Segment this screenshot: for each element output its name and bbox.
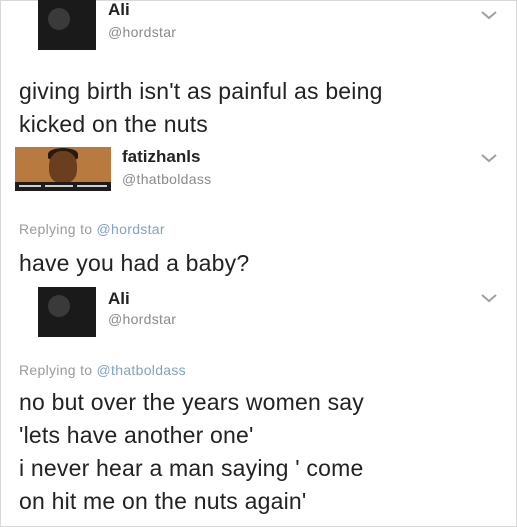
- tweet-text-line: have you had a baby?: [19, 250, 250, 276]
- tweet-text-line: i never hear a man saying ' come: [19, 455, 364, 481]
- tweet-text: have you had a baby?: [19, 247, 509, 280]
- replying-prefix: Replying to: [19, 221, 93, 237]
- avatar[interactable]: [38, 0, 96, 50]
- tweet-text-line: no but over the years women say: [19, 389, 364, 415]
- avatar[interactable]: [15, 147, 111, 191]
- author-name[interactable]: fatizhanls: [122, 147, 200, 167]
- tweet-text-line: giving birth isn't as painful as being: [19, 78, 383, 104]
- author-name[interactable]: Ali: [108, 0, 130, 20]
- chevron-down-icon[interactable]: [480, 9, 498, 21]
- chevron-down-icon[interactable]: [480, 292, 498, 304]
- tweet-text: no but over the years women say 'lets ha…: [19, 386, 509, 518]
- tweet-text-line: on hit me on the nuts again': [19, 488, 307, 514]
- tweet-text: giving birth isn't as painful as being k…: [19, 75, 509, 141]
- author-handle[interactable]: @hordstar: [108, 24, 176, 40]
- replying-prefix: Replying to: [19, 362, 93, 378]
- replying-mention-link[interactable]: @thatboldass: [97, 362, 186, 378]
- chevron-down-icon[interactable]: [480, 152, 498, 164]
- replying-to: Replying to @hordstar: [19, 221, 165, 237]
- avatar[interactable]: [38, 287, 96, 337]
- author-handle[interactable]: @thatboldass: [122, 171, 211, 187]
- replying-mention-link[interactable]: @hordstar: [97, 221, 165, 237]
- replying-to: Replying to @thatboldass: [19, 362, 186, 378]
- author-name[interactable]: Ali: [108, 289, 130, 309]
- tweet-text-line: kicked on the nuts: [19, 111, 208, 137]
- author-handle[interactable]: @hordstar: [108, 311, 176, 327]
- tweet-text-line: 'lets have another one': [19, 422, 254, 448]
